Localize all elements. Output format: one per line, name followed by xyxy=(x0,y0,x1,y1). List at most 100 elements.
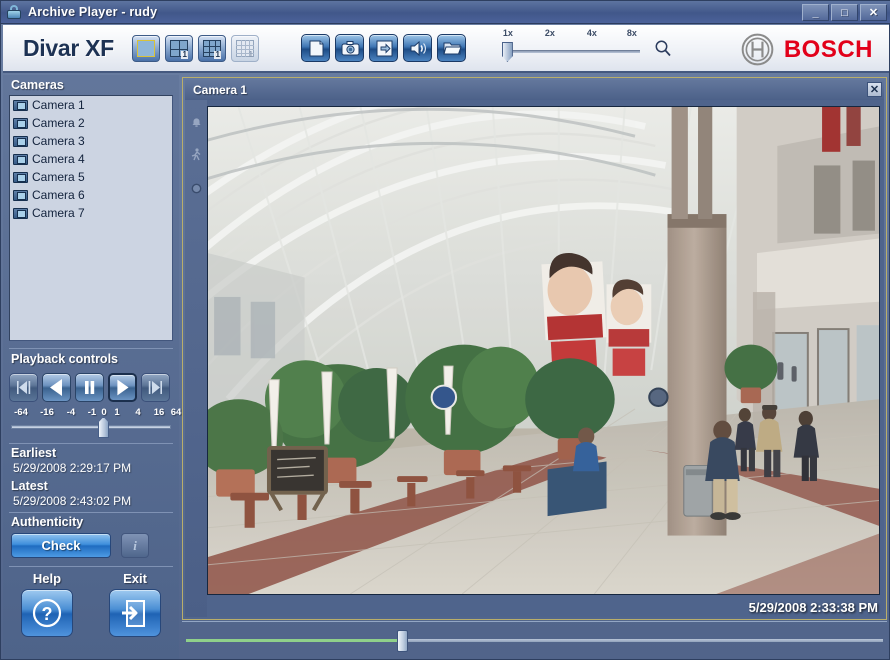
export-button[interactable] xyxy=(368,34,398,62)
camera-label: Camera 7 xyxy=(32,206,85,220)
left-sidebar: Cameras Camera 1 Camera 2 Camera 3 Camer… xyxy=(3,75,182,659)
exit-button[interactable] xyxy=(109,589,161,637)
exit-label: Exit xyxy=(123,571,147,586)
bosch-emblem-icon xyxy=(741,33,774,66)
speed-tick-64: 64 xyxy=(170,407,182,418)
authenticity-row: Check i xyxy=(3,530,179,558)
audio-button[interactable] xyxy=(402,34,432,62)
motion-icon xyxy=(190,148,203,167)
play-icon xyxy=(117,379,129,396)
video-header: Camera 1 ✕ xyxy=(185,80,884,100)
snapshot-camera-icon xyxy=(341,41,360,56)
open-button[interactable] xyxy=(436,34,466,62)
speed-slider-track[interactable] xyxy=(11,417,171,438)
video-title: Camera 1 xyxy=(193,83,248,97)
zoom-tick-8x: 8x xyxy=(626,28,637,38)
minimize-button[interactable]: _ xyxy=(802,4,829,21)
list-item[interactable]: Camera 4 xyxy=(10,150,172,168)
archive-player-window: Archive Player - rudy _ □ ✕ Divar XF 1 1… xyxy=(0,0,890,660)
pause-button[interactable] xyxy=(75,373,104,402)
check-button[interactable]: Check xyxy=(11,533,111,558)
close-button[interactable]: ✕ xyxy=(860,4,887,21)
list-item[interactable]: Camera 1 xyxy=(10,96,172,114)
zoom-tick-labels: 1x 2x 4x 8x xyxy=(502,28,642,42)
speed-tick-16: 16 xyxy=(153,407,165,418)
speed-tick-4: 4 xyxy=(135,407,141,418)
camera-icon xyxy=(13,153,28,165)
timeline-slider[interactable] xyxy=(182,625,887,657)
speed-tick-0: 0 xyxy=(101,407,107,418)
layout-2x2-badge: 1 xyxy=(181,49,188,59)
maximize-button[interactable]: □ xyxy=(831,4,858,21)
snapshot-button[interactable] xyxy=(334,34,364,62)
audio-speaker-icon xyxy=(410,40,426,57)
video-timestamp: 5/29/2008 2:33:38 PM xyxy=(748,600,878,615)
bosch-wordmark: BOSCH xyxy=(783,35,873,63)
play-reverse-icon xyxy=(50,379,62,396)
layout-4x4-button[interactable]: 1 xyxy=(230,34,259,62)
video-panel: Camera 1 ✕ 5/29/2008 2:33:38 PM xyxy=(182,77,887,620)
list-item[interactable]: Camera 7 xyxy=(10,204,172,222)
report-icon xyxy=(309,40,324,57)
step-forward-button[interactable] xyxy=(141,373,170,402)
alarm-icon xyxy=(190,116,203,134)
camera-label: Camera 2 xyxy=(32,116,85,130)
video-indicator-strip xyxy=(185,100,207,617)
info-icon[interactable]: i xyxy=(121,533,149,558)
reverse-play-button[interactable] xyxy=(42,373,71,402)
question-mark-icon: ? xyxy=(32,598,62,628)
list-item[interactable]: Camera 5 xyxy=(10,168,172,186)
window-title: Archive Player - rudy xyxy=(28,5,158,19)
pause-icon xyxy=(85,381,95,394)
zoom-knob[interactable] xyxy=(501,42,513,62)
magnifier-icon[interactable] xyxy=(654,39,672,57)
window-controls: _ □ ✕ xyxy=(802,4,887,21)
speed-tick--16: -16 xyxy=(40,407,54,418)
camera-icon xyxy=(13,99,28,111)
zoom-track[interactable] xyxy=(503,50,640,53)
video-image[interactable] xyxy=(207,106,880,595)
exit-door-icon xyxy=(122,600,145,627)
camera-label: Camera 5 xyxy=(32,170,85,184)
zoom-tick-2x: 2x xyxy=(544,28,555,38)
camera-list[interactable]: Camera 1 Camera 2 Camera 3 Camera 4 Came… xyxy=(9,95,173,341)
layout-2x2-button[interactable]: 1 xyxy=(164,34,193,62)
divider xyxy=(182,621,887,622)
record-dot-icon xyxy=(191,181,202,199)
video-close-button[interactable]: ✕ xyxy=(867,82,882,97)
help-label: Help xyxy=(32,571,62,586)
earliest-value: 5/29/2008 2:29:17 PM xyxy=(13,461,132,475)
help-exit-buttons: ? xyxy=(3,586,179,637)
list-item[interactable]: Camera 3 xyxy=(10,132,172,150)
mall-atrium-scene xyxy=(208,107,879,594)
report-button[interactable] xyxy=(300,34,330,62)
step-back-button[interactable] xyxy=(9,373,38,402)
speed-tick--4: -4 xyxy=(66,407,76,418)
zoom-slider[interactable]: 1x 2x 4x 8x xyxy=(501,28,642,68)
speed-tick-1: 1 xyxy=(114,407,120,418)
tool-buttons xyxy=(300,34,466,62)
timeline-progress xyxy=(186,639,403,642)
camera-icon xyxy=(13,207,28,219)
lock-icon xyxy=(6,4,22,20)
camera-icon xyxy=(13,117,28,129)
list-item[interactable]: Camera 6 xyxy=(10,186,172,204)
brand-title: Divar XF xyxy=(23,34,114,61)
video-stage[interactable]: 5/29/2008 2:33:38 PM xyxy=(185,100,884,617)
play-button[interactable] xyxy=(108,373,137,402)
step-backward-icon xyxy=(17,381,31,394)
open-folder-icon xyxy=(443,42,462,55)
layout-4x4-badge: 1 xyxy=(248,49,253,59)
layout-1x1-button[interactable] xyxy=(131,34,160,62)
timeline-track[interactable] xyxy=(186,639,883,642)
camera-label: Camera 1 xyxy=(32,98,85,112)
export-save-icon xyxy=(376,40,393,57)
help-button[interactable]: ? xyxy=(21,589,73,637)
camera-label: Camera 4 xyxy=(32,152,85,166)
camera-label: Camera 6 xyxy=(32,188,85,202)
bosch-logo: BOSCH xyxy=(741,33,873,66)
timeline-knob[interactable] xyxy=(397,630,409,652)
camera-label: Camera 3 xyxy=(32,134,85,148)
list-item[interactable]: Camera 2 xyxy=(10,114,172,132)
layout-3x3-button[interactable]: 1 xyxy=(197,34,226,62)
